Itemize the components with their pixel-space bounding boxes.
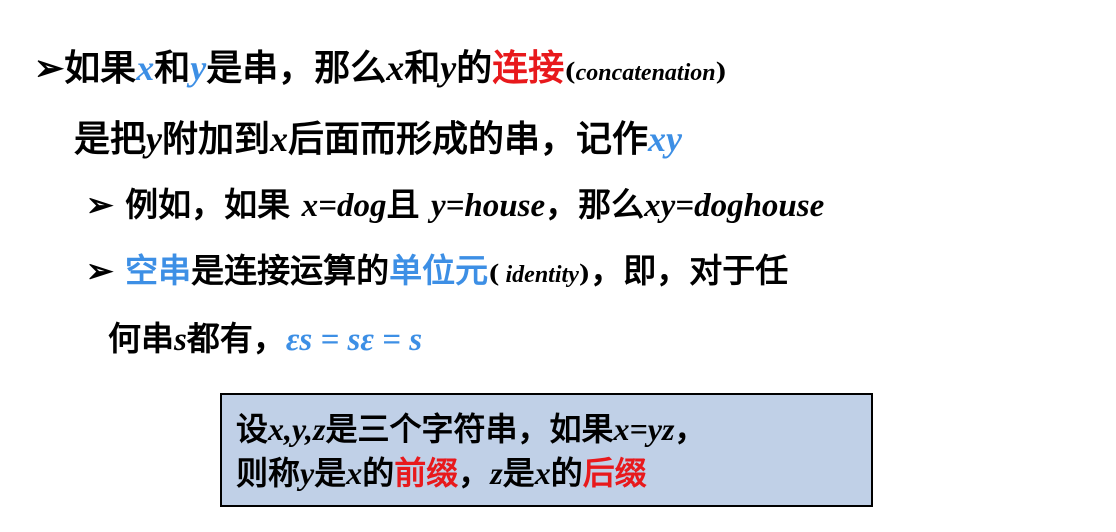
identity-line-1: ➢ 空串是连接运算的单位元( identity)，即，对于任	[86, 254, 788, 287]
text: 是	[314, 454, 347, 492]
text: 的	[550, 454, 583, 492]
text: 的	[362, 454, 395, 492]
var-x: x	[386, 48, 405, 88]
text: 和	[404, 47, 441, 89]
paren: (	[488, 259, 500, 288]
text: 例如，如果	[125, 185, 291, 224]
identity-formula: εs = sε = s	[285, 322, 423, 358]
paren: )	[715, 57, 727, 86]
text: ，	[458, 454, 491, 492]
text: 是把	[74, 118, 147, 160]
text: 和	[154, 47, 191, 89]
term-identity-element: 单位元	[389, 251, 489, 290]
notation-xy: xy	[648, 119, 683, 159]
text: 如果	[64, 47, 137, 89]
expr-xy-doghouse: xy=doghouse	[644, 188, 825, 224]
text: 后面而形成的串，记作	[288, 118, 649, 160]
definition-line-1: ➢如果x和y是串，那么x和y的连接(concatenation)	[34, 50, 727, 86]
arrow-bullet-icon: ➢	[86, 251, 114, 290]
arrow-bullet-icon: ➢	[34, 47, 65, 89]
var-x: x	[136, 48, 155, 88]
var-y: y	[146, 119, 162, 159]
expr-x-dog: x=dog	[301, 188, 387, 224]
paren: )	[578, 259, 591, 288]
text: 何串	[108, 319, 174, 358]
var-y: y	[190, 48, 207, 88]
term-suffix: 后缀	[582, 454, 647, 492]
var-y: y	[440, 48, 457, 88]
term-concatenation: 连接	[492, 47, 565, 89]
var-x: x	[534, 455, 551, 491]
box-line-1: 设x,y,z是三个字符串，如果x=yz，	[236, 413, 706, 445]
definition-line-2: 是把y附加到x后面而形成的串，记作xy	[74, 121, 682, 157]
term-concatenation-en: concatenation	[575, 60, 716, 86]
term-identity-en: identity	[499, 262, 579, 288]
var-y: y	[300, 455, 315, 491]
var-x: x	[346, 455, 363, 491]
text: 都有，	[186, 319, 286, 358]
text: 且	[386, 185, 420, 224]
text: 是连接运算的	[191, 251, 390, 290]
text: 附加到	[162, 118, 271, 160]
text: 是串，那么	[206, 47, 387, 89]
vars-xyz: x,y,z	[268, 411, 326, 447]
expr-y-house: y=house	[430, 188, 546, 224]
text: 则称	[236, 454, 301, 492]
text: 设	[236, 410, 269, 448]
identity-line-2: 何串s都有，εs = sε = s	[108, 322, 422, 357]
arrow-bullet-icon: ➢	[86, 185, 114, 224]
example-line: ➢ 例如，如果 x=dog且 y=house，那么xy=doghouse	[86, 188, 824, 223]
prefix-suffix-definition-box: 设x,y,z是三个字符串，如果x=yz， 则称y是x的前缀，z是x的后缀	[220, 393, 873, 507]
term-empty-string: 空串	[125, 251, 192, 290]
text: ，那么	[545, 185, 645, 224]
var-x: x	[270, 119, 289, 159]
expr-x-yz: x=yz	[613, 411, 675, 447]
text: 是三个字符串，如果	[325, 410, 614, 448]
term-prefix: 前缀	[394, 454, 459, 492]
text: ，	[674, 410, 707, 448]
text: ，即，对于任	[590, 251, 789, 290]
box-line-2: 则称y是x的前缀，z是x的后缀	[236, 457, 647, 489]
paren: (	[564, 57, 576, 86]
var-s: s	[174, 322, 187, 358]
var-z: z	[490, 455, 503, 491]
text: 的	[456, 47, 493, 89]
text: 是	[502, 454, 535, 492]
